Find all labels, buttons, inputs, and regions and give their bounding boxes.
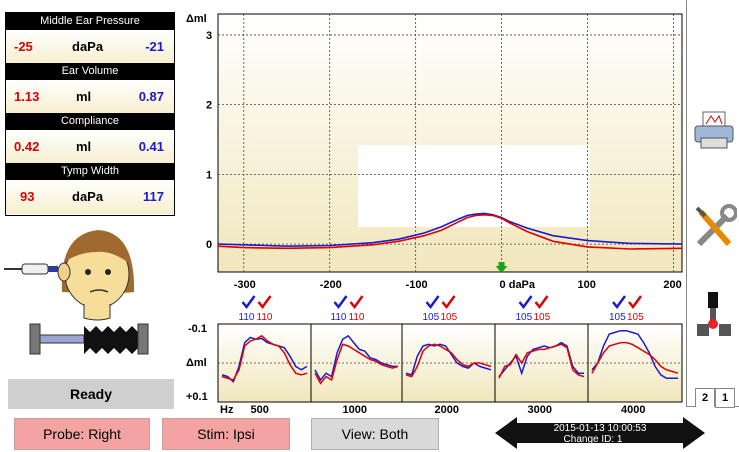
tymp-plot-area: [217, 13, 683, 273]
left-stim-level: 110: [257, 312, 273, 323]
right-check-icon[interactable]: [333, 295, 348, 310]
right-ear-value: 117: [143, 189, 164, 204]
tymp-y-tick-label: 1: [206, 169, 212, 181]
left-ear-value: 1.13: [14, 89, 40, 104]
right-stim-level: 105: [609, 312, 626, 323]
left-stim-level: 110: [349, 312, 365, 323]
patient-head-icon: [57, 230, 134, 321]
right-stim-level: 105: [423, 312, 440, 323]
status-ready: Ready: [8, 379, 174, 409]
tymp-y-tick-label: 2: [206, 100, 212, 112]
probe-button[interactable]: Probe: Right: [14, 418, 150, 450]
tymp-width-row: 93 daPa 117: [6, 180, 174, 214]
reflex-x-unit: Hz: [220, 404, 234, 416]
reflex-y-bottom: +0.1: [186, 391, 208, 403]
reflex-x-tick-label: 1000: [343, 404, 367, 416]
tab-2[interactable]: 2: [695, 388, 715, 407]
session-datetime: 2015-01-13 10:00:53: [554, 423, 647, 434]
right-check-icon[interactable]: [425, 295, 440, 310]
right-ear-value: 0.41: [138, 139, 164, 154]
right-ear-value: 0.87: [138, 89, 164, 104]
right-check-icon[interactable]: [518, 295, 533, 310]
middle-ear-pressure-header: Middle Ear Pressure: [6, 13, 174, 30]
ear-volume-row: 1.13 ml 0.87: [6, 80, 174, 113]
unit-label: ml: [76, 139, 92, 154]
reflex-x-tick-label: 4000: [621, 404, 645, 416]
left-stim-level: 105: [441, 312, 458, 323]
unit-label: daPa: [72, 39, 104, 54]
left-check-icon[interactable]: [257, 295, 272, 310]
compliance-header: Compliance: [6, 113, 174, 130]
left-check-icon[interactable]: [349, 295, 364, 310]
left-check-icon[interactable]: [628, 295, 643, 310]
unit-label: daPa: [72, 189, 104, 204]
reflex-y-axis-label: Δml: [186, 357, 207, 369]
tymp-y-tick-label: 3: [206, 30, 212, 42]
reflex-y-top: -0.1: [188, 323, 207, 335]
tab-1[interactable]: 1: [715, 388, 735, 408]
ear-volume-header: Ear Volume: [6, 63, 174, 80]
right-stim-level: 105: [516, 312, 533, 323]
right-ear-value: -21: [145, 39, 164, 54]
reflex-chart: 110 110 110 110 105 105 105 105 105 105 -0.1 Δml …: [186, 295, 683, 416]
left-check-icon[interactable]: [441, 295, 456, 310]
right-check-icon[interactable]: [612, 295, 627, 310]
right-stim-level: 110: [331, 312, 347, 323]
session-change-id: Change ID: 1: [564, 434, 623, 445]
unit-label: ml: [76, 89, 92, 104]
tool-rail: 2 1: [686, 0, 739, 408]
tympanogram-chart: -300 -200 -100 0 daPa 100 2000123 Δml: [186, 13, 683, 291]
left-stim-level: 105: [534, 312, 551, 323]
probe-tool-icon[interactable]: [695, 290, 735, 340]
view-button[interactable]: View: Both: [311, 418, 439, 450]
patient-illustration: [4, 230, 149, 355]
left-check-icon[interactable]: [534, 295, 549, 310]
measurement-panel: Middle Ear Pressure -25 daPa -21 Ear Vol…: [5, 12, 175, 216]
tymp-y-tick-label: 0: [206, 239, 212, 251]
tymp-y-axis-label: Δml: [186, 13, 207, 25]
tymp-width-header: Tymp Width: [6, 163, 174, 180]
middle-ear-pressure-row: -25 daPa -21: [6, 30, 174, 63]
tools-icon[interactable]: [693, 204, 737, 250]
pressure-pump-icon: [29, 323, 149, 355]
printer-icon[interactable]: [693, 110, 737, 152]
left-stim-level: 105: [627, 312, 644, 323]
session-navigator[interactable]: 2015-01-13 10:00:53 Change ID: 1: [495, 415, 705, 452]
stim-button[interactable]: Stim: Ipsi: [162, 418, 290, 450]
left-ear-value: 93: [20, 189, 35, 204]
left-ear-value: -25: [14, 39, 33, 54]
stim-levels: 110 110 110 110 105 105 105 105 105 105: [239, 295, 644, 323]
right-stim-level: 110: [239, 312, 255, 323]
ear-probe-icon: [4, 263, 58, 275]
left-ear-value: 0.42: [14, 139, 40, 154]
reflex-x-tick-label: 500: [251, 404, 269, 416]
compliance-row: 0.42 ml 0.41: [6, 130, 174, 163]
reflex-x-tick-label: 2000: [435, 404, 459, 416]
reflex-x-tick-label: 3000: [528, 404, 552, 416]
right-check-icon[interactable]: [241, 295, 256, 310]
reflex-x-ticks: 500 1000 2000 3000 4000: [251, 404, 646, 416]
